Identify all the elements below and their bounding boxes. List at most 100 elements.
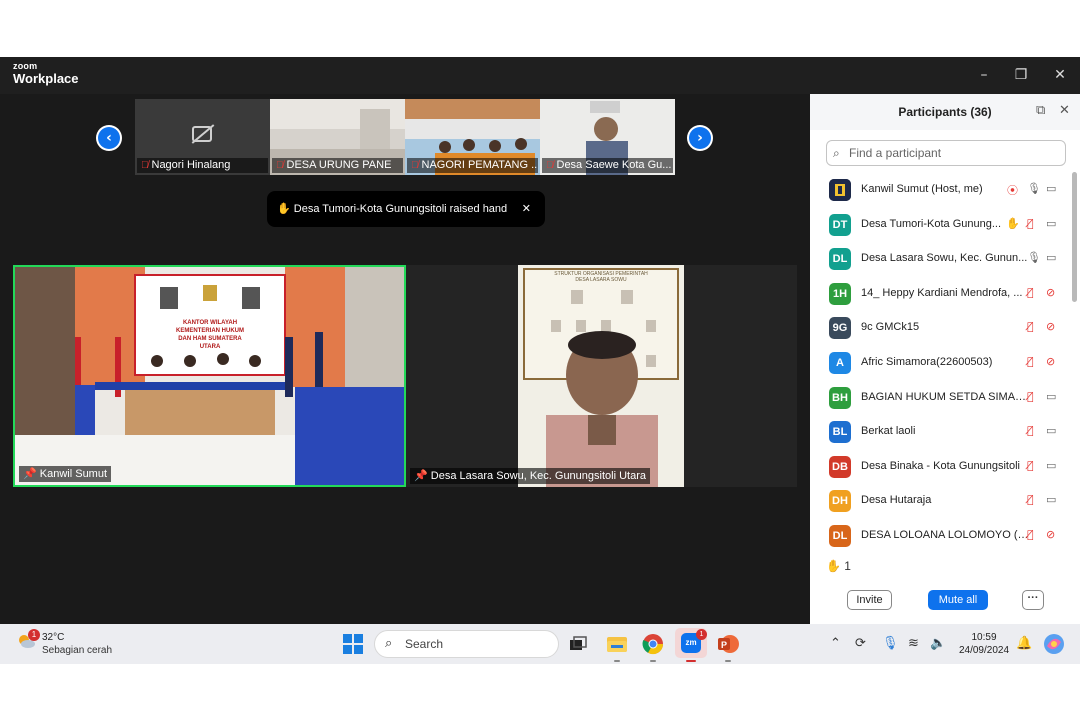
title-bar: zoom Workplace – ❐ ✕	[0, 57, 1080, 94]
mic-muted-icon[interactable]: 🎙̸	[1027, 424, 1034, 437]
more-options-button[interactable]: ···	[1022, 590, 1044, 610]
prev-page-button[interactable]: ‹	[96, 125, 122, 151]
avatar: DB	[829, 455, 851, 478]
camera-icon[interactable]: ▭	[1046, 459, 1056, 472]
windows-start-icon[interactable]	[343, 634, 363, 654]
avatar: DH	[829, 490, 851, 513]
participant-row[interactable]: BH BAGIAN HUKUM SETDA SIMAL... 🎙̸ ▭	[810, 380, 1072, 415]
avatar: BH	[829, 386, 851, 409]
mic-muted-icon[interactable]: 🎙̸	[1027, 528, 1034, 541]
taskbar-clock[interactable]: 10:59 24/09/2024	[955, 631, 1013, 657]
participant-row[interactable]: A Afric Simamora(22600503) 🎙̸ ⊘	[810, 345, 1072, 380]
logo-zoom-text: zoom	[13, 61, 38, 71]
raised-hands-count[interactable]: ✋ 1	[826, 559, 851, 573]
camera-off-icon[interactable]: ⊘	[1046, 320, 1055, 333]
mic-muted-icon[interactable]: 🎙̸	[1027, 355, 1034, 368]
participant-name: 9c GMCk15	[861, 321, 920, 334]
camera-icon[interactable]: ▭	[1046, 251, 1056, 264]
wifi-icon[interactable]: ≋	[908, 636, 919, 651]
mic-muted-icon[interactable]: 🎙̸	[1027, 286, 1034, 299]
mic-icon[interactable]: 🎙	[1027, 182, 1041, 195]
thumbnail-name: Nagori Hinalang	[151, 159, 231, 171]
active-indicator	[686, 660, 696, 662]
video-name-label: 📌 Kanwil Sumut	[19, 466, 112, 482]
camera-off-icon[interactable]: ⊘	[1046, 286, 1055, 299]
chrome-icon[interactable]	[641, 632, 665, 656]
camera-off-icon[interactable]: ⊘	[1046, 528, 1055, 541]
avatar: DL	[829, 524, 851, 547]
mute-all-button[interactable]: Mute all	[928, 590, 988, 610]
chevron-up-icon[interactable]: ⌃	[830, 636, 841, 651]
close-window-button[interactable]: ✕	[1048, 65, 1072, 85]
weather-temperature: 32°C	[42, 632, 65, 643]
participant-row[interactable]: DT Desa Tumori-Kota Gunung... ✋ 🎙̸ ▭	[810, 207, 1072, 242]
notification-bell-icon[interactable]: 🔔	[1016, 636, 1032, 651]
participants-panel: Participants (36) ⧉ ✕ ⌕ Find a participa…	[810, 94, 1080, 624]
thumbnail-tile[interactable]: 🎙̸ NAGORI PEMATANG ...	[405, 99, 540, 175]
mic-muted-icon[interactable]: 🎙̸	[1027, 459, 1034, 472]
search-icon: ⌕	[385, 636, 393, 651]
taskbar-search-input[interactable]: ⌕ Search	[374, 630, 559, 658]
thumbnail-tile[interactable]: 🎙̸ Desa Saewe Kota Gu...	[540, 99, 675, 175]
participant-name: BAGIAN HUKUM SETDA SIMAL...	[861, 390, 1029, 403]
clock-time: 10:59	[971, 632, 997, 643]
participant-row[interactable]: 1H 14_ Heppy Kardiani Mendrofa, ... 🎙̸ ⊘	[810, 276, 1072, 311]
toast-text: Desa Tumori-Kota Gunungsitoli raised han…	[293, 203, 508, 215]
mic-muted-icon[interactable]: 🎙̸	[1027, 493, 1034, 506]
next-page-button[interactable]: ›	[687, 125, 713, 151]
thumbnail-name: DESA URUNG PANE	[286, 159, 392, 171]
participant-search-input[interactable]: ⌕ Find a participant	[826, 140, 1066, 166]
close-panel-icon[interactable]: ✕	[1059, 103, 1070, 118]
participant-row[interactable]: DL DESA LOLOANA LOLOMOYO (Y... 🎙̸ ⊘	[810, 518, 1072, 553]
zoom-window: zoom Workplace – ❐ ✕ ‹ › 🎙̸ Nagori Hinala…	[0, 57, 1080, 664]
svg-text:P: P	[721, 640, 727, 650]
panel-header: Participants (36) ⧉ ✕	[810, 94, 1080, 130]
popout-icon[interactable]: ⧉	[1036, 103, 1045, 118]
participant-row[interactable]: 9G 9c GMCk15 🎙̸ ⊘	[810, 310, 1072, 345]
mic-muted-icon[interactable]: 🎙̸	[1027, 390, 1034, 403]
participant-video[interactable]: STRUKTUR ORGANISASI PEMERINTAH DESA LASA…	[406, 265, 797, 487]
file-explorer-icon[interactable]	[605, 632, 629, 656]
mic-muted-icon[interactable]: 🎙̸	[1027, 217, 1034, 230]
chevron-left-icon: ‹	[98, 127, 120, 149]
participant-row[interactable]: DB Desa Binaka - Kota Gunungsitoli 🎙̸ ▭	[810, 449, 1072, 484]
participant-row[interactable]: BL Berkat laoli 🎙̸ ▭	[810, 414, 1072, 449]
toast-close-button[interactable]: ✕	[522, 191, 531, 227]
thumbnail-tile[interactable]: 🎙̸ Nagori Hinalang	[135, 99, 270, 175]
copilot-icon[interactable]	[1042, 632, 1066, 656]
search-placeholder: Find a participant	[849, 146, 942, 160]
participant-name: Desa Tumori-Kota Gunung...	[861, 217, 1002, 230]
mic-muted-icon: 🎙̸	[276, 160, 284, 171]
task-view-icon[interactable]	[566, 632, 590, 656]
board-text: STRUKTUR ORGANISASI PEMERINTAH DESA LASA…	[526, 271, 676, 283]
active-speaker-video[interactable]: KANTOR WILAYAH KEMENTERIAN HUKUM DAN HAM…	[13, 265, 406, 487]
participant-row[interactable]: Kanwil Sumut (Host, me) ⦿ 🎙 ▭	[810, 172, 1072, 207]
thumbnail-tile[interactable]: 🎙̸ DESA URUNG PANE	[270, 99, 405, 175]
camera-icon[interactable]: ▭	[1046, 390, 1056, 403]
powerpoint-icon[interactable]: P	[716, 632, 740, 656]
zoom-taskbar-button[interactable]: zm 1	[675, 628, 707, 658]
invite-button[interactable]: Invite	[847, 590, 892, 610]
participant-row[interactable]: DL Desa Lasara Sowu, Kec. Gunun... 🎙 ▭	[810, 241, 1072, 276]
thumbnail-label: 🎙̸ Nagori Hinalang	[137, 158, 268, 173]
avatar: 9G	[829, 317, 851, 340]
camera-icon[interactable]: ▭	[1046, 424, 1056, 437]
camera-off-icon[interactable]: ⊘	[1046, 355, 1055, 368]
mic-icon[interactable]: 🎙	[1027, 251, 1041, 264]
participant-row[interactable]: DH Desa Hutaraja 🎙̸ ▭	[810, 483, 1072, 518]
camera-off-icon	[192, 126, 212, 142]
minimize-button[interactable]: –	[972, 65, 996, 85]
camera-icon[interactable]: ▭	[1046, 182, 1056, 195]
restore-button[interactable]: ❐	[1009, 65, 1033, 85]
sync-icon[interactable]: ⟳	[855, 636, 866, 651]
running-indicator	[614, 660, 620, 662]
raised-hand-toast: ✋ Desa Tumori-Kota Gunungsitoli raised h…	[267, 191, 545, 227]
participant-list-scrollbar[interactable]	[1072, 172, 1077, 302]
microphone-icon[interactable]: 🎙	[882, 636, 899, 651]
camera-icon[interactable]: ▭	[1046, 217, 1056, 230]
thumbnail-name: NAGORI PEMATANG ...	[421, 159, 539, 171]
logo-workplace-text: Workplace	[13, 71, 79, 86]
speaker-icon[interactable]: 🔈	[930, 636, 946, 651]
mic-muted-icon[interactable]: 🎙̸	[1027, 320, 1034, 333]
camera-icon[interactable]: ▭	[1046, 493, 1056, 506]
